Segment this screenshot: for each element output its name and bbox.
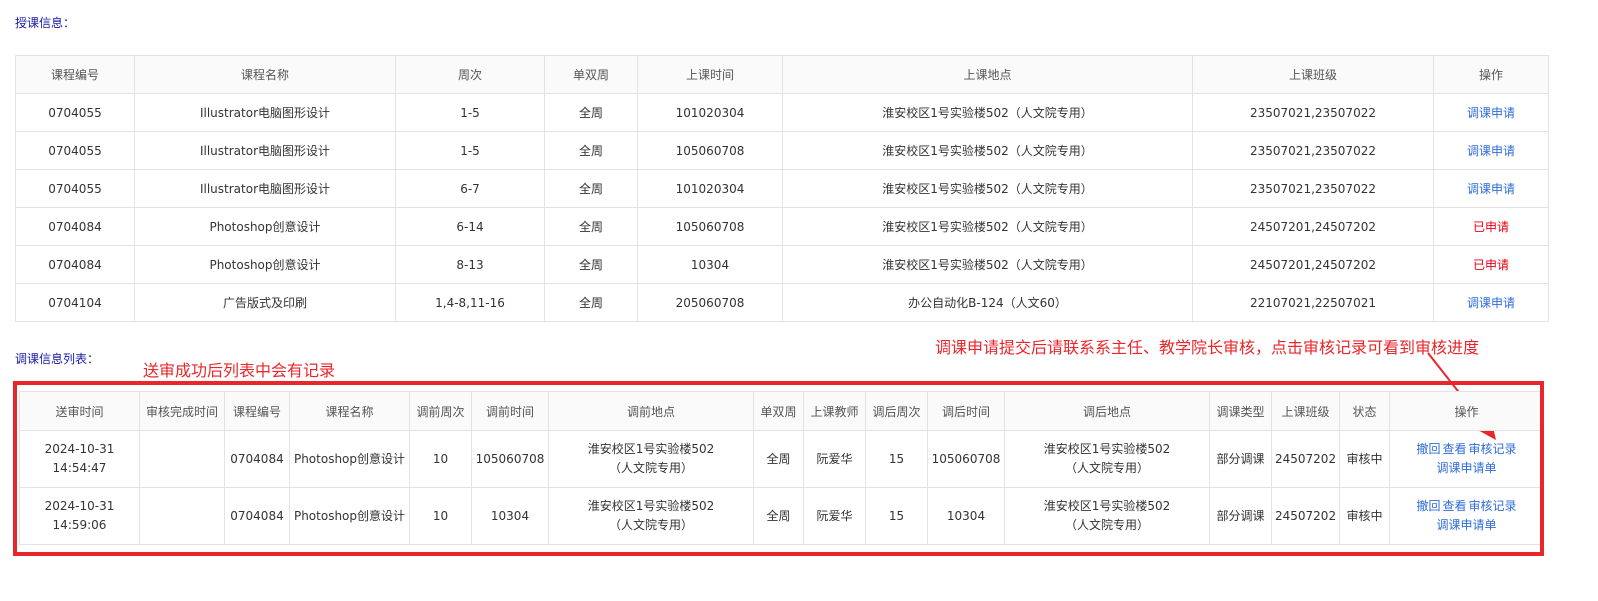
highlight-frame	[13, 381, 1544, 556]
